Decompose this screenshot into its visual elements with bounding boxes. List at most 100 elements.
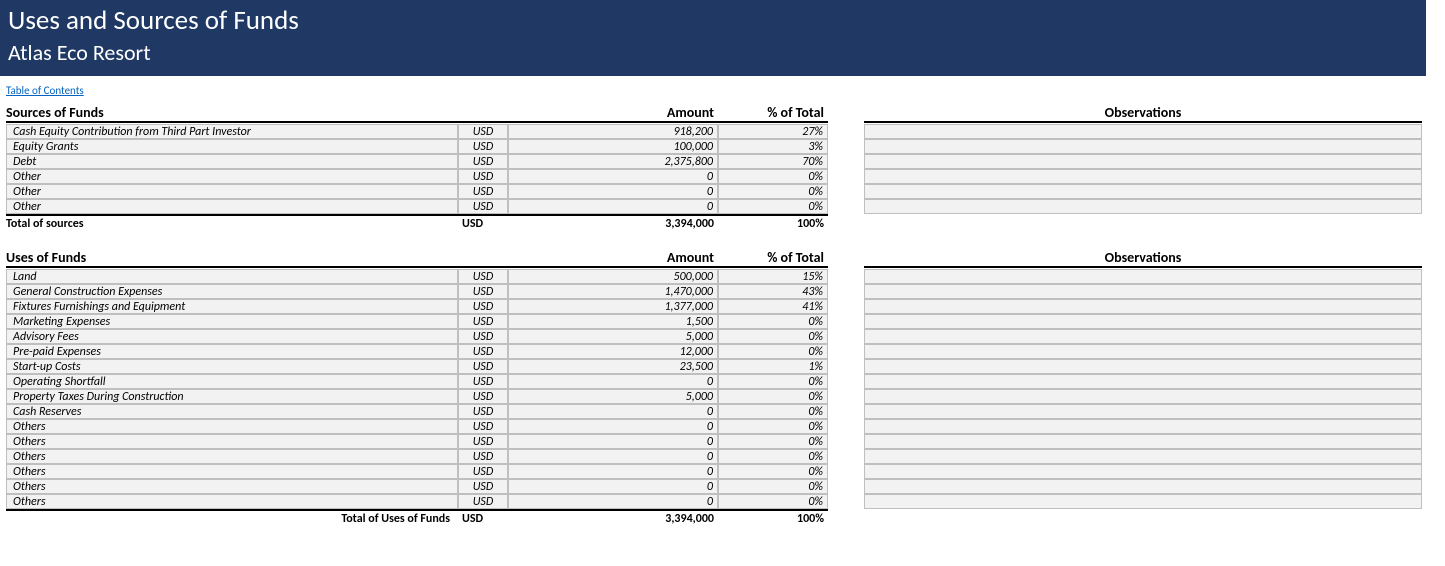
uses-amount-cell[interactable]: 0	[508, 419, 718, 434]
sources-obs-cell[interactable]	[864, 124, 1422, 139]
sources-pct-cell[interactable]: 0%	[718, 184, 828, 199]
sources-amount-cell[interactable]: 100,000	[508, 139, 718, 154]
uses-pct-cell[interactable]: 15%	[718, 269, 828, 284]
uses-obs-cell[interactable]	[864, 374, 1422, 389]
sources-obs-cell[interactable]	[864, 184, 1422, 199]
uses-obs-cell[interactable]	[864, 464, 1422, 479]
toc-link[interactable]: Table of Contents	[6, 84, 84, 97]
uses-pct-cell[interactable]: 0%	[718, 464, 828, 479]
uses-amount-cell[interactable]: 5,000	[508, 329, 718, 344]
uses-label-cell[interactable]: Cash Reserves	[6, 404, 458, 419]
uses-label-cell[interactable]: Others	[6, 464, 458, 479]
sources-ccy-cell[interactable]: USD	[458, 199, 508, 214]
uses-obs-cell[interactable]	[864, 419, 1422, 434]
sources-ccy-cell[interactable]: USD	[458, 124, 508, 139]
uses-amount-cell[interactable]: 1,470,000	[508, 284, 718, 299]
uses-label-cell[interactable]: Others	[6, 434, 458, 449]
sources-amount-cell[interactable]: 918,200	[508, 124, 718, 139]
uses-ccy-cell[interactable]: USD	[458, 419, 508, 434]
uses-label-cell[interactable]: Advisory Fees	[6, 329, 458, 344]
uses-ccy-cell[interactable]: USD	[458, 449, 508, 464]
uses-obs-cell[interactable]	[864, 404, 1422, 419]
uses-amount-cell[interactable]: 0	[508, 434, 718, 449]
uses-amount-cell[interactable]: 0	[508, 404, 718, 419]
uses-label-cell[interactable]: Property Taxes During Construction	[6, 389, 458, 404]
uses-ccy-cell[interactable]: USD	[458, 269, 508, 284]
uses-label-cell[interactable]: Others	[6, 449, 458, 464]
sources-pct-cell[interactable]: 27%	[718, 124, 828, 139]
uses-pct-cell[interactable]: 41%	[718, 299, 828, 314]
uses-amount-cell[interactable]: 0	[508, 374, 718, 389]
sources-amount-cell[interactable]: 0	[508, 184, 718, 199]
sources-ccy-cell[interactable]: USD	[458, 154, 508, 169]
uses-ccy-cell[interactable]: USD	[458, 464, 508, 479]
uses-ccy-cell[interactable]: USD	[458, 329, 508, 344]
sources-label-cell[interactable]: Debt	[6, 154, 458, 169]
uses-obs-cell[interactable]	[864, 494, 1422, 509]
uses-label-cell[interactable]: Start-up Costs	[6, 359, 458, 374]
uses-pct-cell[interactable]: 0%	[718, 389, 828, 404]
sources-label-cell[interactable]: Other	[6, 169, 458, 184]
uses-ccy-cell[interactable]: USD	[458, 434, 508, 449]
sources-obs-cell[interactable]	[864, 169, 1422, 184]
uses-amount-cell[interactable]: 23,500	[508, 359, 718, 374]
sources-amount-cell[interactable]: 0	[508, 199, 718, 214]
uses-obs-cell[interactable]	[864, 329, 1422, 344]
uses-pct-cell[interactable]: 0%	[718, 404, 828, 419]
uses-label-cell[interactable]: Others	[6, 419, 458, 434]
sources-label-cell[interactable]: Equity Grants	[6, 139, 458, 154]
uses-pct-cell[interactable]: 0%	[718, 344, 828, 359]
sources-obs-cell[interactable]	[864, 139, 1422, 154]
sources-pct-cell[interactable]: 0%	[718, 169, 828, 184]
uses-pct-cell[interactable]: 0%	[718, 494, 828, 509]
uses-label-cell[interactable]: Pre-paid Expenses	[6, 344, 458, 359]
sources-label-cell[interactable]: Other	[6, 199, 458, 214]
uses-label-cell[interactable]: Others	[6, 479, 458, 494]
uses-amount-cell[interactable]: 0	[508, 479, 718, 494]
sources-amount-cell[interactable]: 0	[508, 169, 718, 184]
uses-pct-cell[interactable]: 0%	[718, 434, 828, 449]
uses-obs-cell[interactable]	[864, 314, 1422, 329]
uses-ccy-cell[interactable]: USD	[458, 389, 508, 404]
uses-label-cell[interactable]: General Construction Expenses	[6, 284, 458, 299]
uses-amount-cell[interactable]: 0	[508, 494, 718, 509]
sources-pct-cell[interactable]: 3%	[718, 139, 828, 154]
uses-amount-cell[interactable]: 12,000	[508, 344, 718, 359]
sources-ccy-cell[interactable]: USD	[458, 184, 508, 199]
sources-amount-cell[interactable]: 2,375,800	[508, 154, 718, 169]
uses-pct-cell[interactable]: 0%	[718, 314, 828, 329]
uses-pct-cell[interactable]: 0%	[718, 479, 828, 494]
uses-pct-cell[interactable]: 0%	[718, 449, 828, 464]
uses-amount-cell[interactable]: 1,377,000	[508, 299, 718, 314]
uses-pct-cell[interactable]: 43%	[718, 284, 828, 299]
uses-pct-cell[interactable]: 0%	[718, 419, 828, 434]
sources-obs-cell[interactable]	[864, 154, 1422, 169]
uses-ccy-cell[interactable]: USD	[458, 299, 508, 314]
uses-ccy-cell[interactable]: USD	[458, 359, 508, 374]
uses-obs-cell[interactable]	[864, 344, 1422, 359]
uses-ccy-cell[interactable]: USD	[458, 314, 508, 329]
uses-obs-cell[interactable]	[864, 389, 1422, 404]
uses-obs-cell[interactable]	[864, 359, 1422, 374]
uses-ccy-cell[interactable]: USD	[458, 344, 508, 359]
uses-amount-cell[interactable]: 1,500	[508, 314, 718, 329]
uses-label-cell[interactable]: Fixtures Furnishings and Equipment	[6, 299, 458, 314]
uses-amount-cell[interactable]: 0	[508, 449, 718, 464]
uses-pct-cell[interactable]: 1%	[718, 359, 828, 374]
uses-obs-cell[interactable]	[864, 434, 1422, 449]
sources-pct-cell[interactable]: 0%	[718, 199, 828, 214]
uses-amount-cell[interactable]: 0	[508, 464, 718, 479]
uses-obs-cell[interactable]	[864, 269, 1422, 284]
sources-ccy-cell[interactable]: USD	[458, 139, 508, 154]
uses-label-cell[interactable]: Marketing Expenses	[6, 314, 458, 329]
sources-obs-cell[interactable]	[864, 199, 1422, 214]
sources-label-cell[interactable]: Other	[6, 184, 458, 199]
uses-pct-cell[interactable]: 0%	[718, 374, 828, 389]
uses-label-cell[interactable]: Others	[6, 494, 458, 509]
uses-label-cell[interactable]: Operating Shortfall	[6, 374, 458, 389]
sources-pct-cell[interactable]: 70%	[718, 154, 828, 169]
uses-amount-cell[interactable]: 5,000	[508, 389, 718, 404]
uses-label-cell[interactable]: Land	[6, 269, 458, 284]
uses-obs-cell[interactable]	[864, 299, 1422, 314]
uses-ccy-cell[interactable]: USD	[458, 284, 508, 299]
